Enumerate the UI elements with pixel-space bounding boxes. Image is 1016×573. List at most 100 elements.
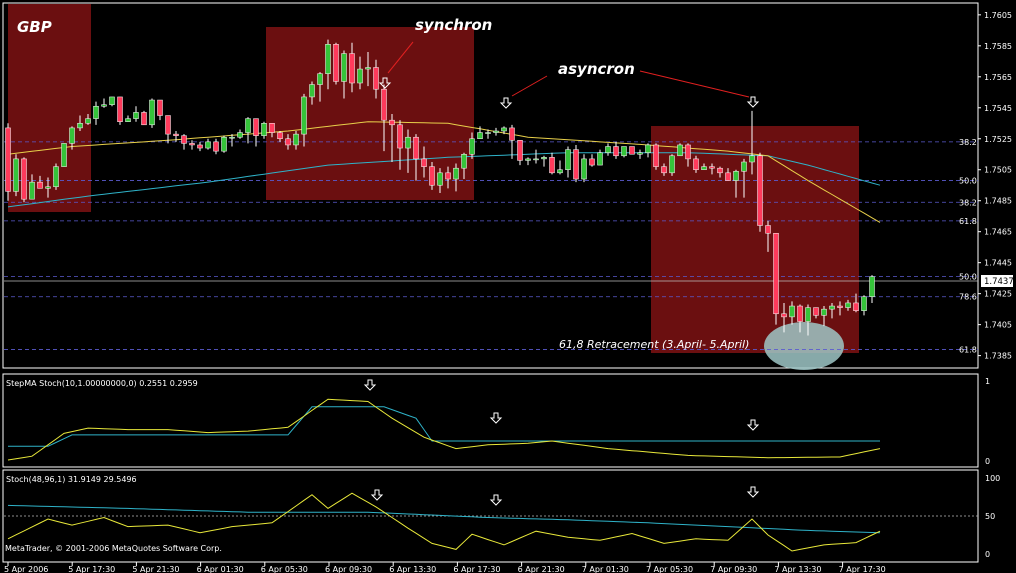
candle-body [533, 158, 539, 161]
time-tick-label: 7 Apr 01:30 [582, 565, 629, 573]
fib-level-label: 78.6 [959, 293, 977, 302]
current-price-value: 1.7437 [984, 277, 1014, 287]
candle-body [309, 84, 315, 98]
candle-body [37, 181, 43, 189]
price-tick-label: 1.7445 [984, 259, 1012, 268]
candle-body [573, 149, 579, 180]
stepma-label: StepMA Stoch(10,1.00000000,0) 0.2551 0.2… [6, 379, 198, 388]
candle-body [693, 158, 699, 170]
candle-body [541, 157, 547, 160]
candle-body [133, 112, 139, 119]
candle-body [613, 146, 619, 157]
time-tick-label: 7 Apr 09:30 [710, 565, 757, 573]
price-tick-label: 1.7605 [984, 11, 1012, 20]
fib-level-label: 50.0 [959, 273, 977, 282]
candle-body [149, 99, 155, 126]
candle-body [109, 96, 115, 105]
candle-body [325, 44, 331, 74]
candle-body [349, 53, 355, 84]
candle-body [669, 155, 675, 174]
candle-body [509, 127, 515, 141]
candle-body [557, 169, 563, 174]
chart-canvas: GBP synchron asyncron 61,8 Retracement (… [0, 0, 1016, 573]
candle-body [637, 152, 643, 155]
candle-body [53, 166, 59, 188]
candle-body [829, 305, 835, 310]
candle-body [429, 166, 435, 186]
copyright-text: MetaTrader, © 2001-2006 MetaQuotes Softw… [5, 544, 222, 553]
stoch-axis-0: 0 [985, 550, 990, 559]
candle-body [837, 305, 843, 308]
candle-body [245, 118, 251, 133]
price-tick-label: 1.7405 [984, 321, 1012, 330]
time-tick-label: 6 Apr 17:30 [453, 565, 500, 573]
stepma-axis-top: 1 [985, 377, 990, 386]
candle-body [781, 313, 787, 318]
candle-body [189, 143, 195, 146]
candle-body [301, 96, 307, 135]
candle-body [293, 133, 299, 146]
candle-body [565, 149, 571, 170]
candle-body [445, 172, 451, 180]
candle-body [333, 44, 339, 82]
price-tick-label: 1.7545 [984, 104, 1012, 113]
candle-body [61, 143, 67, 167]
stoch-label: Stoch(48,96,1) 31.9149 29.5496 [6, 475, 137, 484]
candle-body [285, 138, 291, 146]
candle-body [493, 130, 499, 133]
candle-body [125, 118, 131, 122]
candle-body [93, 105, 99, 119]
price-tick-label: 1.7385 [984, 352, 1012, 361]
candle-body [141, 112, 147, 126]
candle-body [605, 146, 611, 153]
time-tick-label: 5 Apr 2006 [4, 565, 48, 573]
candle-body [517, 140, 523, 161]
candle-body [117, 96, 123, 122]
candle-body [645, 144, 651, 153]
candle-body [813, 307, 819, 316]
price-tick-label: 1.7425 [984, 290, 1012, 299]
candle-body [253, 118, 259, 136]
candle-body [733, 171, 739, 181]
stepma-axis-bottom: 0 [985, 457, 990, 466]
candle-body [317, 73, 323, 85]
candle-body [197, 144, 203, 149]
candle-body [853, 302, 859, 311]
candle-body [77, 123, 83, 129]
price-tick-label: 1.7525 [984, 135, 1012, 144]
stepma-stoch-panel: StepMA Stoch(10,1.00000000,0) 0.2551 0.2… [2, 373, 990, 468]
candle-body [269, 123, 275, 133]
candle-body [389, 119, 395, 126]
retracement-ellipse [764, 322, 844, 370]
candle-body [717, 167, 723, 174]
price-tick-label: 1.7465 [984, 228, 1012, 237]
candle-body [181, 135, 187, 144]
time-tick-label: 6 Apr 05:30 [261, 565, 308, 573]
candle-body [869, 276, 875, 297]
candle-body [421, 158, 427, 167]
candle-body [277, 132, 283, 140]
candle-body [21, 158, 27, 200]
candle-body [229, 136, 235, 139]
candle-body [773, 232, 779, 315]
candle-body [861, 296, 867, 311]
candle-body [29, 181, 35, 200]
price-tick-label: 1.7505 [984, 166, 1012, 175]
asyncron-annotation: asyncron [558, 60, 635, 78]
candle-body [797, 305, 803, 322]
candle-body [469, 138, 475, 155]
candle-body [5, 127, 11, 192]
candle-body [453, 167, 459, 180]
candle-body [221, 136, 227, 152]
candle-body [501, 127, 507, 132]
candle-body [725, 172, 731, 181]
candle-body [45, 186, 51, 189]
time-tick-label: 6 Apr 01:30 [197, 565, 244, 573]
candle-body [341, 53, 347, 82]
candle-body [213, 141, 219, 152]
time-tick-label: 6 Apr 09:30 [325, 565, 372, 573]
price-tick-label: 1.7585 [984, 42, 1012, 51]
candle-body [237, 132, 243, 138]
candle-body [165, 115, 171, 135]
candle-body [381, 88, 387, 121]
